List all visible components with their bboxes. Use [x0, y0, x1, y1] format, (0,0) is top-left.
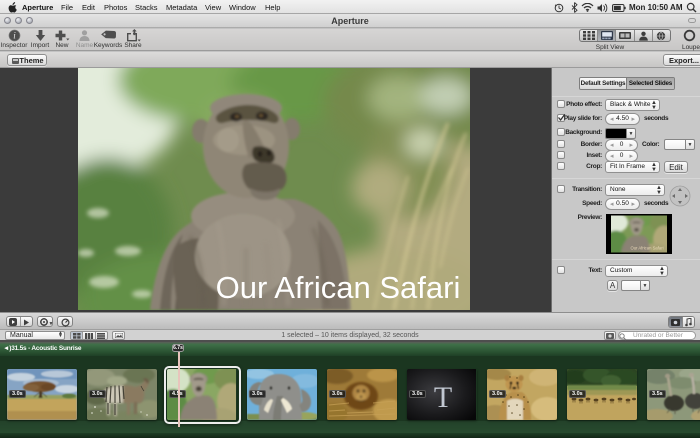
svg-text:Our African Safari: Our African Safari [216, 270, 461, 305]
svg-text:Our African Safari: Our African Safari [630, 246, 663, 251]
svg-text:T: T [434, 381, 452, 414]
